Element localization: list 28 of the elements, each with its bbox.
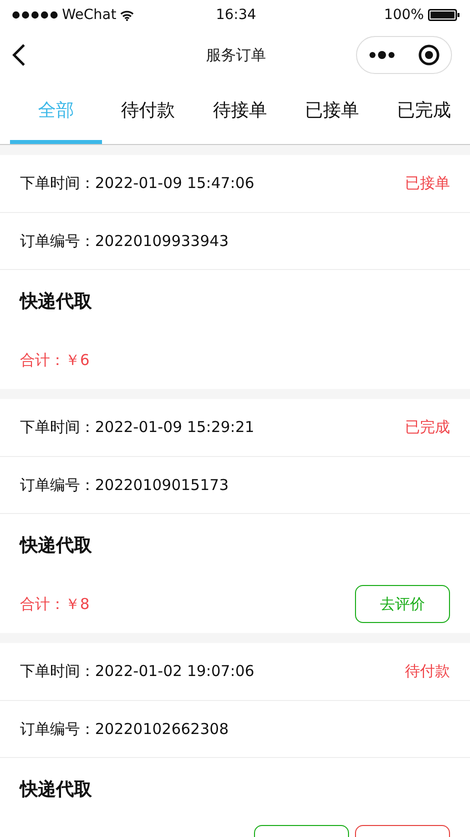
service-title: 快递代取 — [20, 534, 92, 556]
service-title: 快递代取 — [20, 290, 92, 312]
battery-icon — [428, 9, 460, 21]
clock-time: 16:34 — [216, 7, 256, 23]
tab[interactable]: 待付款 — [102, 80, 194, 144]
order-number: 订单编号：20220109933943 — [20, 232, 229, 250]
order-total: 合计：￥6 — [20, 350, 90, 370]
order-time: 下单时间：2022-01-09 15:47:06 — [20, 174, 254, 193]
order-status: 已完成 — [405, 418, 450, 437]
wifi-icon — [120, 10, 134, 20]
order-number: 订单编号：20220109015173 — [20, 476, 229, 494]
signal-icon — [12, 11, 58, 19]
tab[interactable]: 已接单 — [286, 80, 378, 144]
back-icon[interactable] — [12, 43, 26, 67]
tab[interactable]: 待接单 — [194, 80, 286, 144]
more-icon[interactable] — [368, 51, 394, 59]
service-title: 快递代取 — [20, 778, 92, 800]
order-number: 订单编号：20220102662308 — [20, 720, 229, 738]
battery-percent: 100% — [384, 7, 424, 23]
order-status: 待付款 — [405, 662, 450, 681]
tab[interactable]: 已完成 — [378, 80, 470, 144]
order-time: 下单时间：2022-01-09 15:29:21 — [20, 418, 254, 437]
page-title: 服务订单 — [206, 46, 266, 64]
order-total: 合计：￥8 — [20, 594, 90, 614]
carrier-name: WeChat — [62, 7, 116, 23]
close-icon[interactable] — [418, 44, 440, 66]
order-status: 已接单 — [405, 174, 450, 193]
order-time: 下单时间：2022-01-02 19:07:06 — [20, 662, 254, 681]
